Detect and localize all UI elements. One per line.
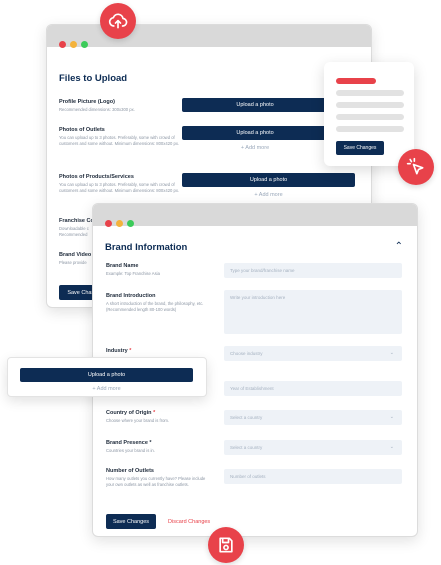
field-label: Photos of Outlets — [59, 127, 105, 133]
label-text: Industry — [106, 348, 128, 354]
settings-widget-card: Save Changes — [324, 62, 414, 166]
minimize-dot[interactable] — [116, 220, 123, 227]
field-label: Brand Presence * — [106, 440, 152, 446]
save-changes-button[interactable]: Save Changes — [336, 141, 384, 155]
brand-intro-field: Brand Introduction A short introduction … — [106, 293, 206, 313]
section-title: Brand Information — [105, 242, 188, 253]
field-description: Recommended dimensions: 300x300 px. — [59, 107, 135, 112]
title-bar — [93, 204, 417, 227]
input-placeholder: Number of outlets — [230, 474, 266, 479]
outlet-photos-field: Photos of Outlets You can upload up to 3… — [59, 127, 181, 147]
profile-picture-field: Profile Picture (Logo) Recommended dimen… — [59, 99, 181, 113]
discard-changes-button[interactable]: Discard Changes — [168, 519, 210, 525]
input-placeholder: Select a country — [230, 445, 263, 450]
country-origin-select[interactable]: Select a country ⌄ — [224, 410, 402, 425]
industry-field: Industry * — [106, 348, 206, 356]
field-description: You can upload up to 3 photos. Preferabl… — [59, 135, 180, 146]
save-changes-button[interactable]: Save Changes — [106, 514, 156, 529]
required-marker: * — [153, 410, 156, 416]
minimize-dot[interactable] — [70, 41, 77, 48]
number-outlets-input[interactable]: Number of outlets — [224, 469, 402, 484]
field-description: Choose where your brand is from. — [106, 418, 170, 423]
brand-name-input[interactable]: Type your brand/franchise name — [224, 263, 402, 278]
close-dot[interactable] — [59, 41, 66, 48]
field-label: Brand Introduction — [106, 293, 156, 299]
upload-outlet-button[interactable]: Upload a photo — [182, 126, 328, 140]
title-bar — [47, 25, 371, 48]
upload-logo-button[interactable]: Upload a photo — [182, 98, 328, 112]
field-label: Brand Name — [106, 263, 139, 269]
cloud-upload-icon — [100, 3, 136, 39]
cursor-click-icon — [398, 149, 434, 185]
placeholder-bar — [336, 90, 404, 96]
upload-product-button[interactable]: Upload a photo — [182, 173, 355, 187]
placeholder-bar — [336, 102, 404, 108]
field-description: You can upload up to 3 photos. Preferabl… — [59, 182, 180, 193]
placeholder-bar — [336, 126, 404, 132]
maximize-dot[interactable] — [127, 220, 134, 227]
input-placeholder: Write your introduction here — [230, 295, 286, 300]
field-label: Profile Picture (Logo) — [59, 99, 115, 105]
year-established-input[interactable]: Year of Establishment — [224, 381, 402, 396]
product-photos-field: Photos of Products/Services You can uplo… — [59, 174, 181, 194]
add-more-outlet-link[interactable]: + Add more — [182, 145, 328, 151]
close-dot[interactable] — [105, 220, 112, 227]
field-description: Example: Top Franchise Asia — [106, 271, 160, 276]
maximize-dot[interactable] — [81, 41, 88, 48]
field-label: Country of Origin * — [106, 410, 206, 416]
number-outlets-field: Number of Outlets How many outlets you c… — [106, 468, 206, 488]
chevron-down-icon: ⌄ — [389, 414, 394, 420]
input-placeholder: Choose industry — [230, 351, 263, 356]
field-label: Industry * — [106, 348, 206, 354]
brand-name-field: Brand Name Example: Top Franchise Asia — [106, 263, 206, 277]
add-more-product-link[interactable]: + Add more — [182, 192, 355, 198]
chevron-up-icon[interactable]: ⌃ — [395, 242, 403, 252]
field-description: A short introduction of the brand, the p… — [106, 301, 204, 312]
field-label: Number of Outlets — [106, 468, 154, 474]
field-label: Photos of Products/Services — [59, 174, 134, 180]
save-icon — [208, 527, 244, 563]
accent-bar — [336, 78, 376, 84]
country-origin-field: Country of Origin * Choose where your br… — [106, 410, 206, 424]
placeholder-bar — [336, 114, 404, 120]
field-description: How many outlets you currently have? Ple… — [106, 476, 206, 487]
required-marker: * — [129, 348, 132, 354]
field-description: Countries your brand is in. — [106, 448, 155, 453]
input-placeholder: Year of Establishment — [230, 386, 274, 391]
brand-intro-textarea[interactable]: Write your introduction here — [224, 290, 402, 334]
add-more-link[interactable]: + Add more — [20, 386, 193, 392]
input-placeholder: Type your brand/franchise name — [230, 268, 295, 273]
input-placeholder: Select a country — [230, 415, 263, 420]
label-text: Country of Origin — [106, 410, 152, 416]
industry-select[interactable]: Choose industry ⌄ — [224, 346, 402, 361]
upload-photo-card: Upload a photo + Add more — [7, 357, 207, 397]
brand-presence-field: Brand Presence * Countries your brand is… — [106, 440, 206, 454]
page-title: Files to Upload — [59, 73, 128, 84]
chevron-down-icon: ⌄ — [389, 444, 394, 450]
chevron-down-icon: ⌄ — [389, 350, 394, 356]
upload-photo-button[interactable]: Upload a photo — [20, 368, 193, 382]
brand-presence-select[interactable]: Select a country ⌄ — [224, 440, 402, 455]
